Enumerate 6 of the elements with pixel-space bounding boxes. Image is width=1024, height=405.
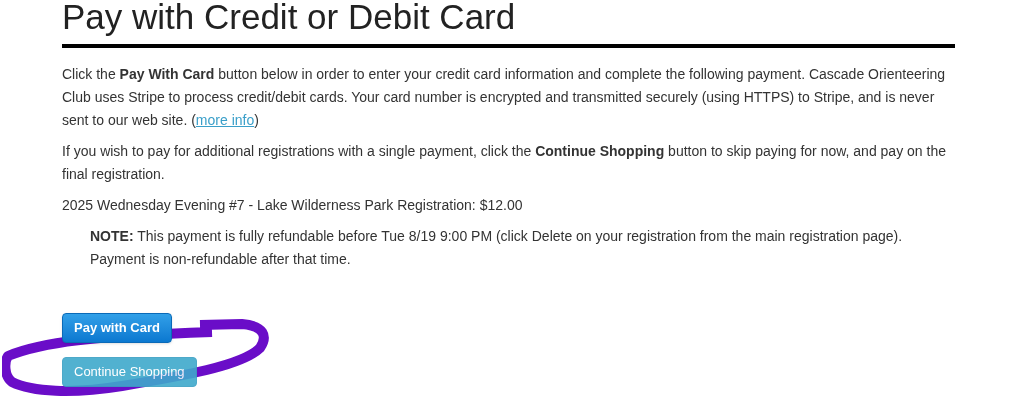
refund-note: NOTE: This payment is fully refundable before Tue 8/19 9:00 PM (click Delete on your registration from the main registration page). Payment is non-refundable after that time. [90, 227, 904, 269]
intro-paragraph: Click the Pay With Card button below in order to enter your credit card information and complete the following payment. Cascade Orienteering Club uses Stripe to process credit/debit cards. Your card number is encrypted and transmitted securely (using HTTPS) to Stripe, and is never sent to our web site. (more info) [62, 65, 947, 130]
registration-line: 2025 Wednesday Evening #7 - Lake Wilderness Park Registration: $12.00 [62, 196, 524, 215]
pay-button[interactable]: Pay with Card [62, 313, 172, 343]
page-title: Pay with Credit or Debit Card [62, 0, 517, 38]
shopping-paragraph: If you wish to pay for additional registrations with a single payment, click the Continue Shopping button to skip paying for now, and pay on the final registration. [62, 142, 947, 184]
